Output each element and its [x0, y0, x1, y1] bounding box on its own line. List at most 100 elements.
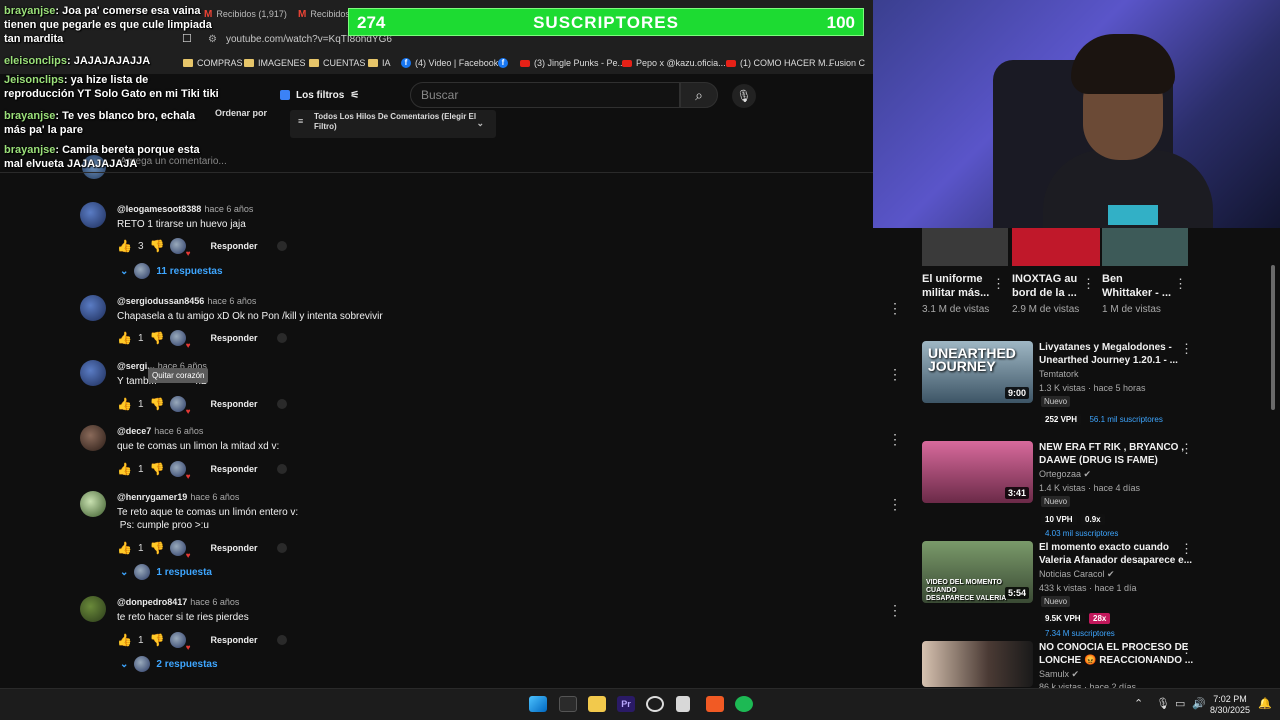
- sort-by-button[interactable]: Ordenar por: [215, 108, 267, 119]
- short-thumbnail[interactable]: [1012, 228, 1100, 266]
- like-icon[interactable]: 👍: [117, 397, 132, 411]
- creator-heart-icon[interactable]: [170, 330, 190, 350]
- bookmark-compras[interactable]: COMPRAS: [183, 58, 243, 68]
- reply-button[interactable]: Responder: [210, 464, 257, 474]
- bookmark-cuentas[interactable]: CUENTAS: [309, 58, 365, 68]
- dislike-icon[interactable]: 👎: [150, 541, 165, 555]
- dislike-icon[interactable]: 👎: [150, 239, 165, 253]
- reply-button[interactable]: Responder: [210, 241, 257, 251]
- channel-name[interactable]: Samulx ✔: [1039, 669, 1079, 680]
- short-menu-icon[interactable]: ⋮: [992, 276, 1005, 292]
- video-title[interactable]: Livyatanes y Megalodones - Unearthed Jou…: [1039, 341, 1179, 367]
- volume-icon[interactable]: 🔊: [1192, 697, 1206, 710]
- tab-gmail-inbox-2[interactable]: M Recibidos: [298, 4, 350, 24]
- short-menu-icon[interactable]: ⋮: [1174, 276, 1187, 292]
- creator-heart-icon[interactable]: [170, 238, 190, 258]
- replies-toggle[interactable]: ⌄ 11 respuestas: [120, 263, 223, 279]
- voice-search-button[interactable]: 🎙: [732, 84, 756, 108]
- more-icon[interactable]: [277, 399, 288, 409]
- more-icon[interactable]: [277, 464, 288, 474]
- dislike-icon[interactable]: 👎: [150, 331, 165, 345]
- avatar[interactable]: [80, 596, 106, 622]
- avatar[interactable]: [80, 295, 106, 321]
- brave-browser-icon[interactable]: [706, 696, 724, 712]
- comment-menu-icon[interactable]: ⋮: [888, 300, 902, 317]
- video-title[interactable]: NO CONOCIA EL PROCESO DE LONCHE 😡 REACCI…: [1039, 641, 1193, 667]
- like-icon[interactable]: 👍: [117, 239, 132, 253]
- channel-name[interactable]: Ortegozaa ✔: [1039, 469, 1091, 480]
- comment-author[interactable]: @dece7 hace 6 años: [117, 426, 203, 436]
- spotify-icon[interactable]: [735, 696, 753, 712]
- premiere-pro-icon[interactable]: Pr: [617, 696, 635, 712]
- dislike-icon[interactable]: 👎: [150, 633, 165, 647]
- microphone-icon[interactable]: 🎙: [1156, 697, 1170, 710]
- creator-heart-icon[interactable]: [170, 540, 190, 560]
- reply-button[interactable]: Responder: [210, 333, 257, 343]
- comment-author[interactable]: @henrygamer19 hace 6 años: [117, 492, 239, 502]
- avatar[interactable]: [80, 202, 106, 228]
- comment-menu-icon[interactable]: ⋮: [888, 366, 902, 383]
- creator-heart-icon[interactable]: [170, 396, 190, 416]
- comment-threads-dropdown[interactable]: ≡ Todos Los Hilos De Comentarios (Elegir …: [290, 110, 496, 138]
- bookmark-facebook-video[interactable]: f (4) Video | Facebook: [401, 58, 498, 68]
- video-title[interactable]: NEW ERA FT RIK , BRYANCO , DAAWE (DRUG I…: [1039, 441, 1184, 467]
- creator-heart-icon[interactable]: [170, 461, 190, 481]
- clock[interactable]: 7:02 PM 8/30/2025: [1210, 694, 1250, 716]
- tab-gmail-inbox[interactable]: M Recibidos (1,917): [204, 4, 287, 24]
- windows-start-icon[interactable]: [529, 696, 547, 712]
- bookmark-ia[interactable]: IA: [368, 58, 391, 68]
- video-thumbnail[interactable]: [922, 641, 1033, 687]
- reply-button[interactable]: Responder: [210, 635, 257, 645]
- reply-button[interactable]: Responder: [210, 543, 257, 553]
- video-title[interactable]: El momento exacto cuando Valeria Afanado…: [1039, 541, 1192, 567]
- obs-icon[interactable]: [646, 696, 664, 712]
- filters-button[interactable]: Los filtros ⚟: [272, 84, 364, 106]
- video-menu-icon[interactable]: ⋮: [1180, 441, 1193, 457]
- avatar[interactable]: [80, 425, 106, 451]
- task-manager-icon[interactable]: [559, 696, 577, 712]
- like-icon[interactable]: 👍: [117, 633, 132, 647]
- short-thumbnail[interactable]: [922, 228, 1008, 266]
- like-icon[interactable]: 👍: [117, 331, 132, 345]
- comment-menu-icon[interactable]: ⋮: [888, 496, 902, 513]
- short-title[interactable]: Ben Whittaker - ...: [1102, 272, 1171, 300]
- short-menu-icon[interactable]: ⋮: [1082, 276, 1095, 292]
- channel-name[interactable]: Noticias Caracol ✔: [1039, 569, 1115, 580]
- like-icon[interactable]: 👍: [117, 462, 132, 476]
- replies-toggle[interactable]: ⌄ 2 respuestas: [120, 656, 218, 672]
- comment-author[interactable]: @sergiodussan8456 hace 6 años: [117, 296, 256, 306]
- bookmark-jingle-punks[interactable]: f: [498, 58, 508, 68]
- video-thumbnail[interactable]: UNEARTHED JOURNEY 9:00: [922, 341, 1033, 403]
- dislike-icon[interactable]: 👎: [150, 397, 165, 411]
- replies-toggle[interactable]: ⌄ 1 respuesta: [120, 564, 212, 580]
- creator-heart-icon[interactable]: [170, 632, 190, 652]
- video-menu-icon[interactable]: ⋮: [1180, 341, 1193, 357]
- more-icon[interactable]: [277, 635, 288, 645]
- bookmark-como-hacer[interactable]: (1) COMO HACER M...: [726, 58, 833, 68]
- comment-author[interactable]: @donpedro8417 hace 6 años: [117, 597, 239, 607]
- notification-icon[interactable]: 🔔: [1258, 697, 1272, 710]
- more-icon[interactable]: [277, 241, 288, 251]
- video-menu-icon[interactable]: ⋮: [1180, 541, 1193, 557]
- comment-menu-icon[interactable]: ⋮: [888, 602, 902, 619]
- bookmark-fusion[interactable]: Fusion C: [829, 58, 865, 68]
- search-button[interactable]: ⌕: [680, 82, 718, 108]
- bookmark-jingle-punks-yt[interactable]: (3) Jingle Punks - Pe...: [520, 58, 625, 68]
- network-icon[interactable]: ▭: [1175, 697, 1185, 710]
- short-thumbnail[interactable]: [1102, 228, 1188, 266]
- video-thumbnail[interactable]: 3:41: [922, 441, 1033, 503]
- more-icon[interactable]: [277, 333, 288, 343]
- bookmark-pepo[interactable]: Pepo x @kazu.oficia...: [622, 58, 726, 68]
- avatar[interactable]: [80, 360, 106, 386]
- comment-menu-icon[interactable]: ⋮: [888, 431, 902, 448]
- dislike-icon[interactable]: 👎: [150, 462, 165, 476]
- avatar[interactable]: [80, 491, 106, 517]
- reply-button[interactable]: Responder: [210, 399, 257, 409]
- search-input[interactable]: Buscar: [410, 82, 680, 108]
- bookmark-imagenes[interactable]: IMAGENES: [244, 58, 306, 68]
- short-title[interactable]: El uniforme militar más...: [922, 272, 989, 300]
- short-title[interactable]: INOXTAG au bord de la ...: [1012, 272, 1077, 300]
- more-icon[interactable]: [277, 543, 288, 553]
- video-menu-icon[interactable]: ⋮: [1180, 641, 1193, 657]
- like-icon[interactable]: 👍: [117, 541, 132, 555]
